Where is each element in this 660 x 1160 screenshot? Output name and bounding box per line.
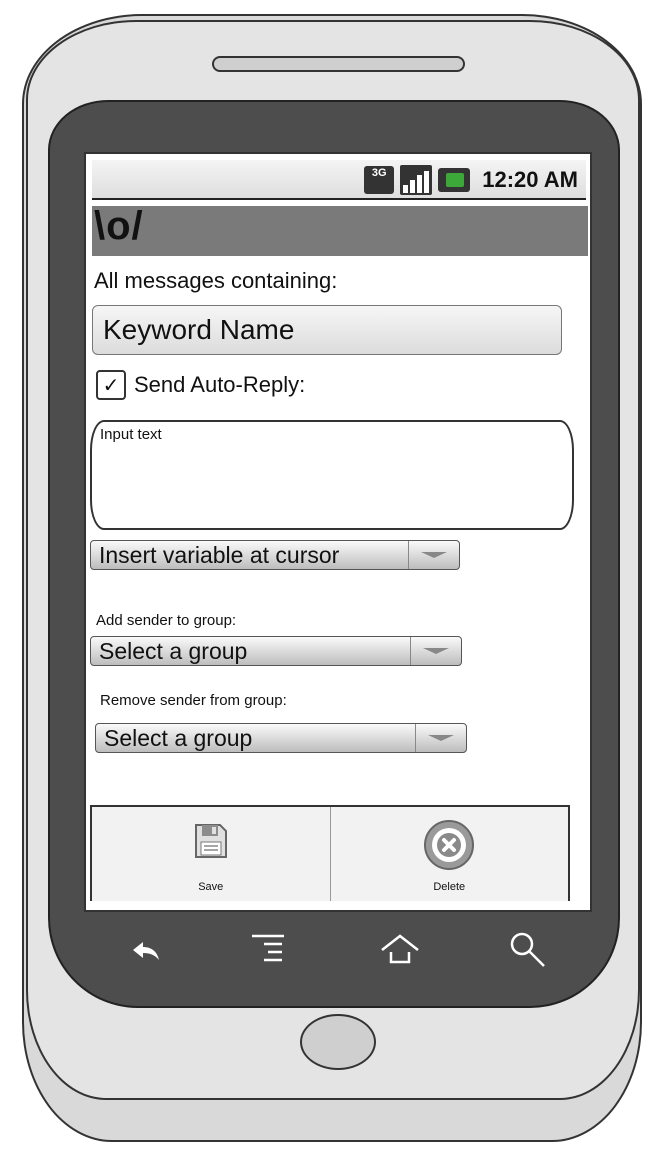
remove-group-select[interactable]: Select a group: [95, 723, 467, 753]
chevron-down-icon[interactable]: [415, 724, 466, 752]
add-sender-group-label: Add sender to group:: [96, 612, 237, 629]
messages-containing-label: All messages containing:: [94, 268, 338, 293]
delete-label: Delete: [433, 881, 466, 893]
device-screen: 3G 12:20 AM \o/ All messages containing:…: [84, 152, 592, 912]
add-group-select[interactable]: Select a group: [90, 636, 462, 666]
auto-reply-row[interactable]: ✓ Send Auto-Reply:: [96, 370, 305, 400]
insert-variable-select[interactable]: Insert variable at cursor: [90, 540, 460, 570]
network-3g-icon: 3G: [364, 166, 395, 194]
insert-variable-value: Insert variable at cursor: [99, 541, 340, 568]
remove-group-value: Select a group: [104, 724, 253, 751]
status-icons: 3G 12:20 AM: [364, 165, 578, 195]
battery-charging-icon: [438, 168, 471, 192]
chevron-down-icon[interactable]: [408, 541, 459, 569]
speaker-grille: [212, 56, 465, 72]
trackball-button[interactable]: [300, 1014, 376, 1070]
bottom-action-bar: Save Delete: [90, 805, 570, 901]
save-button[interactable]: Save: [92, 807, 330, 901]
input-text-placeholder: Input text: [100, 426, 162, 443]
delete-button[interactable]: Delete: [329, 807, 569, 901]
back-arrow-icon[interactable]: [125, 930, 165, 970]
auto-reply-text-area[interactable]: Input text: [90, 420, 574, 530]
remove-sender-group-label: Remove sender from group:: [100, 692, 287, 709]
search-icon[interactable]: [508, 930, 548, 970]
auto-reply-label: Send Auto-Reply:: [134, 372, 306, 397]
floppy-disk-icon: [194, 824, 227, 858]
status-time: 12:20 AM: [482, 167, 578, 192]
app-title-bar: \o/: [92, 204, 588, 256]
home-icon[interactable]: [380, 930, 420, 970]
checkmark-icon: ✓: [102, 374, 120, 397]
app-logo: \o/: [94, 204, 144, 248]
chevron-down-icon[interactable]: [410, 637, 461, 665]
network-label: 3G: [371, 167, 387, 179]
signal-strength-icon: [400, 165, 433, 195]
menu-icon[interactable]: [250, 930, 290, 970]
save-label: Save: [198, 881, 224, 893]
add-group-value: Select a group: [99, 637, 248, 664]
delete-x-circle-icon: [424, 820, 475, 870]
status-bar: 3G 12:20 AM: [92, 160, 586, 200]
auto-reply-checkbox[interactable]: ✓: [96, 370, 126, 400]
keyword-name-input[interactable]: Keyword Name: [92, 305, 562, 355]
